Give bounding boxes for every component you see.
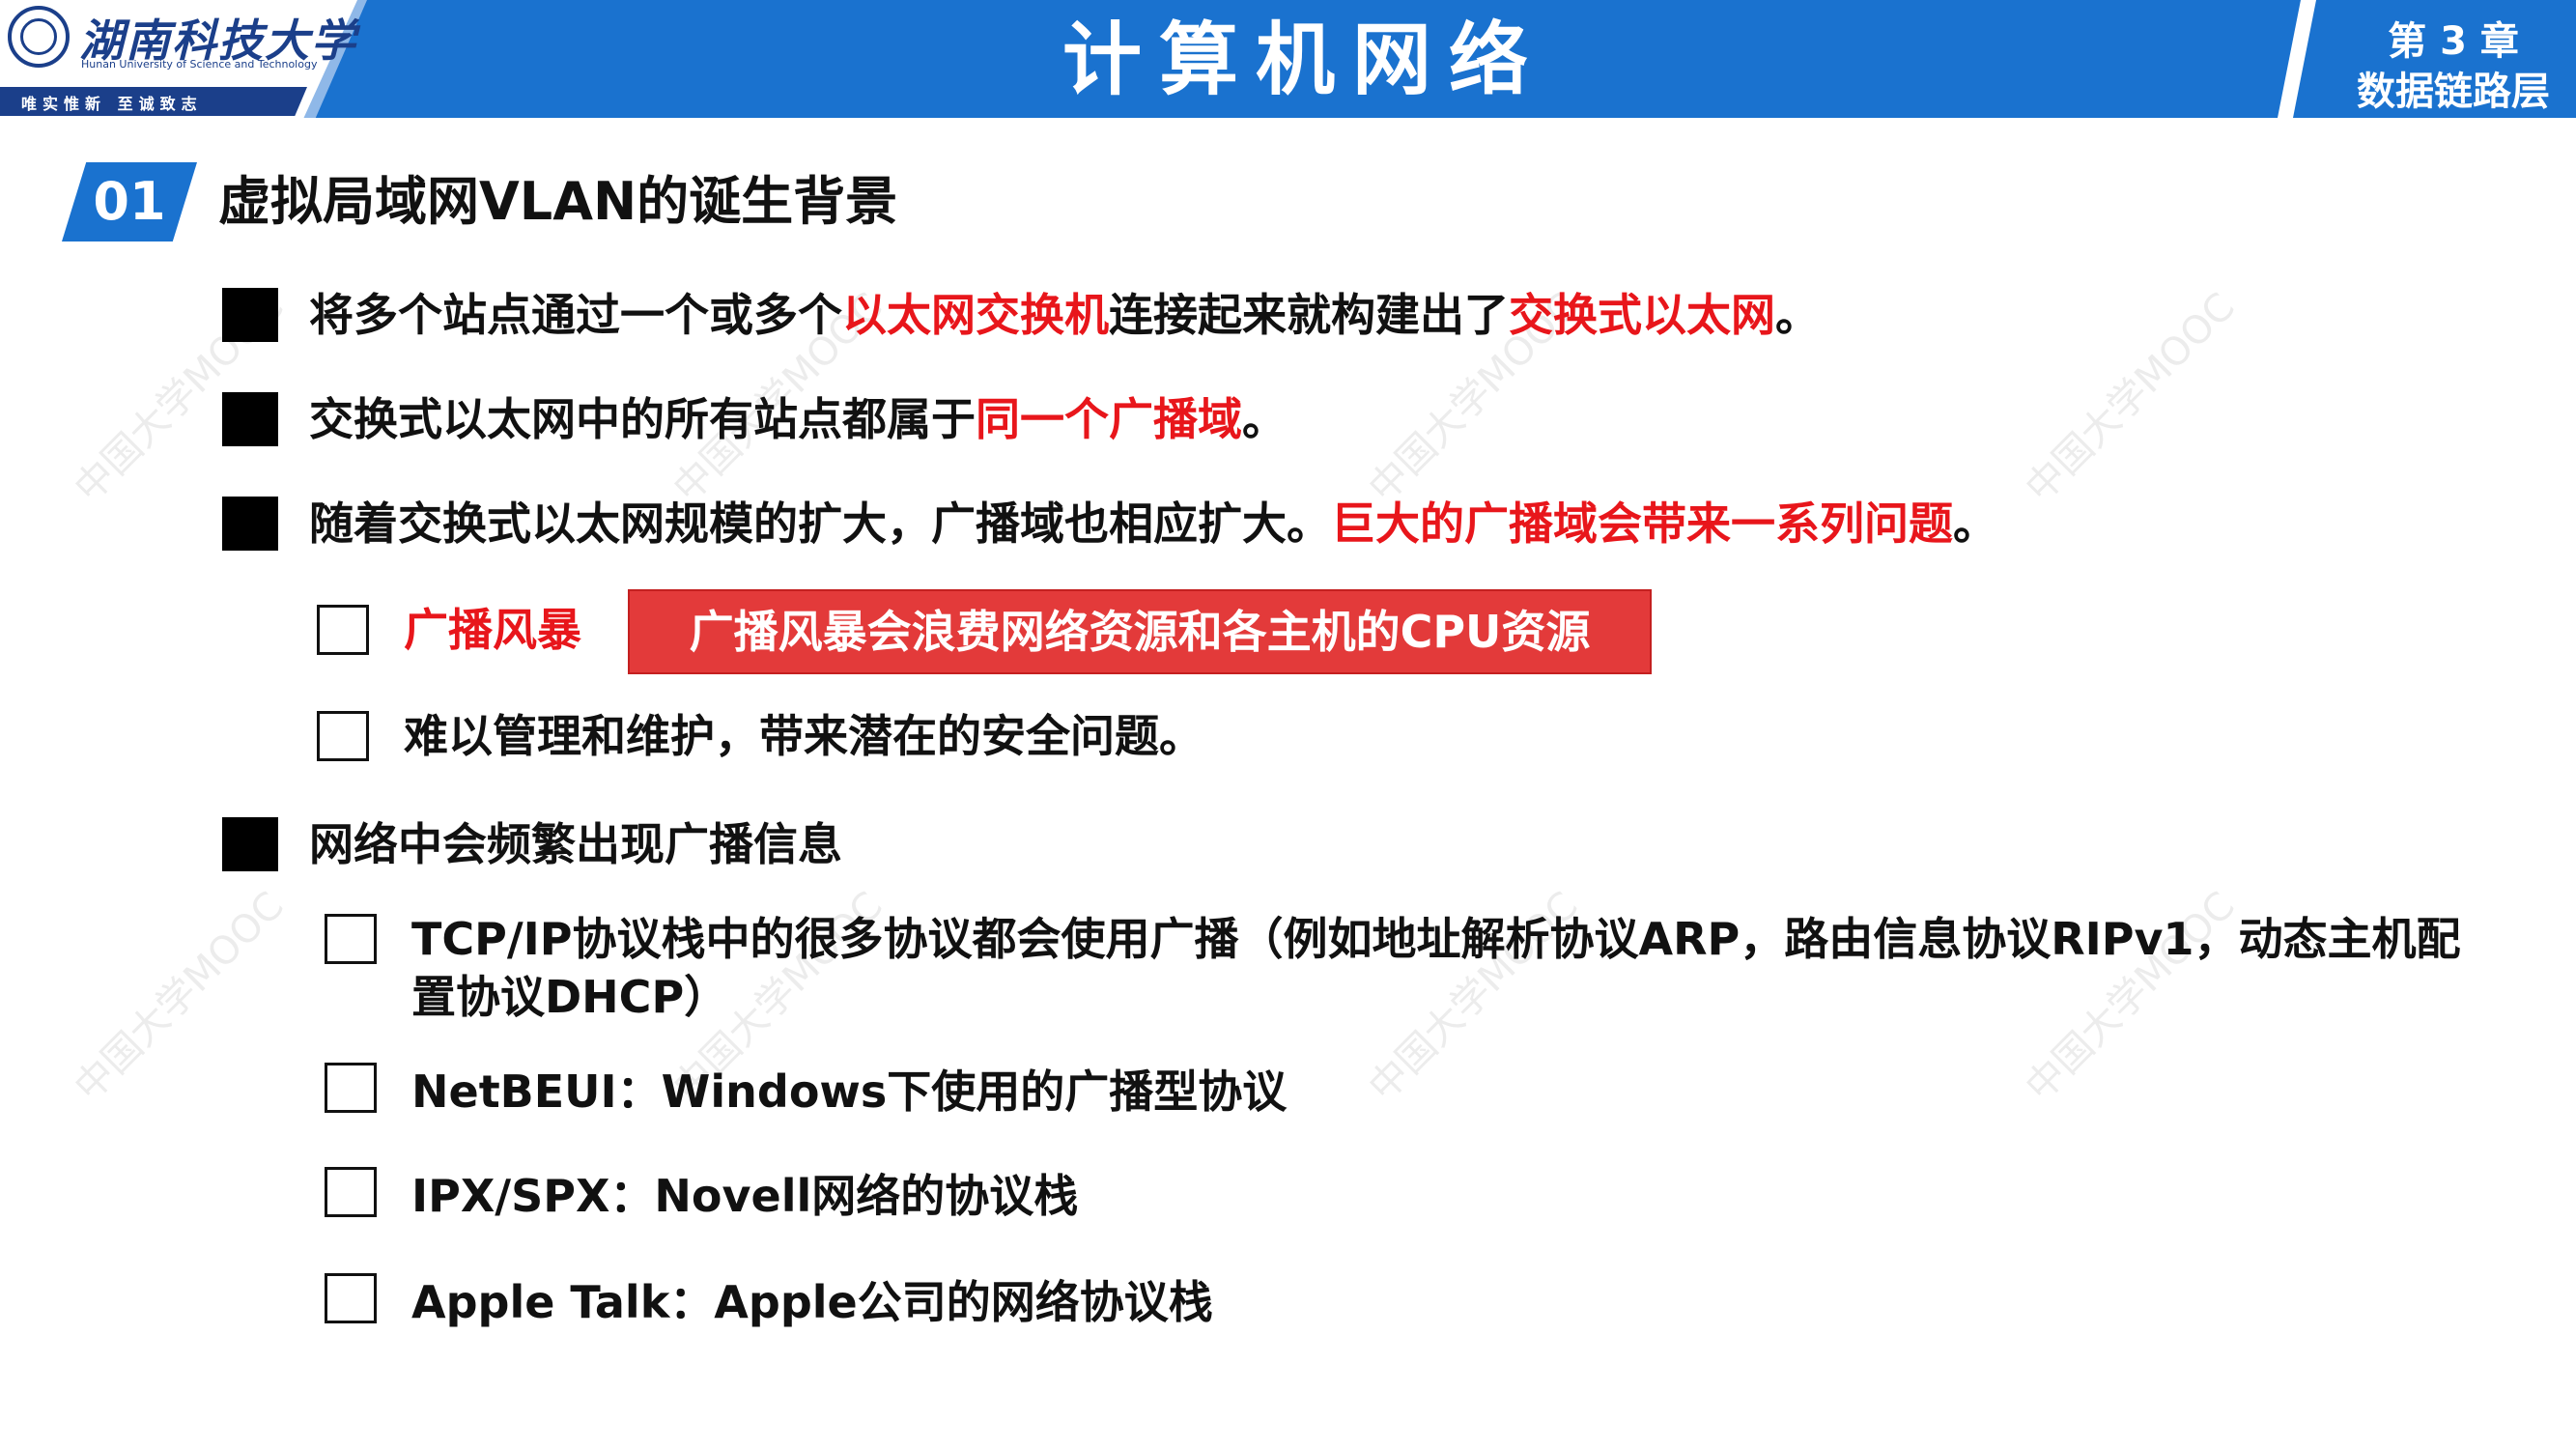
checkbox-icon	[325, 1273, 377, 1323]
bullet-text: 随着交换式以太网规模的扩大，广播域也相应扩大。巨大的广播域会带来一系列问题。	[309, 497, 1997, 550]
protocol-item: TCP/IP协议栈中的很多协议都会使用广播（例如地址解析协议ARP，路由信息协议…	[411, 913, 2461, 1023]
protocol-item: NetBEUI：Windows下使用的广播型协议	[411, 1065, 1288, 1118]
bullet-square-icon	[222, 392, 278, 446]
checkbox-icon	[325, 1167, 377, 1217]
university-name-en: Hunan University of Science and Technolo…	[81, 58, 318, 71]
watermark-text: 中国大学MOOC	[66, 883, 293, 1111]
bullet-square-icon	[222, 288, 278, 342]
section-title: 虚拟局域网VLAN的诞生背景	[218, 171, 898, 232]
checkbox-icon	[317, 605, 369, 655]
checkbox-icon	[325, 1063, 377, 1113]
broadcast-storm-callout: 广播风暴会浪费网络资源和各主机的CPU资源	[628, 589, 1652, 674]
checkbox-icon	[325, 914, 377, 964]
chapter-number: 第 3 章	[2388, 19, 2519, 64]
university-motto: 唯实惟新 至诚致志	[21, 95, 203, 113]
protocol-item: Apple Talk：Apple公司的网络协议栈	[411, 1276, 1213, 1328]
section-number-badge: 01	[62, 162, 197, 242]
watermark-text: 中国大学MOOC	[2017, 284, 2244, 512]
bullet-text: 交换式以太网中的所有站点都属于同一个广播域。	[309, 393, 1287, 445]
bullet-text: 网络中会频繁出现广播信息	[309, 818, 842, 870]
problem-label-broadcast-storm: 广播风暴	[404, 604, 581, 656]
checkbox-icon	[317, 711, 369, 761]
bullet-square-icon	[222, 497, 278, 551]
protocol-item: IPX/SPX：Novell网络的协议栈	[411, 1170, 1079, 1222]
course-title: 计算机网络	[1062, 14, 1545, 106]
bullet-square-icon	[222, 817, 278, 871]
bullet-text: 将多个站点通过一个或多个以太网交换机连接起来就构建出了交换式以太网。	[309, 289, 1820, 341]
chapter-name: 数据链路层	[2357, 70, 2550, 114]
problem-text-management: 难以管理和维护，带来潜在的安全问题。	[404, 710, 1203, 762]
university-seal-icon	[8, 6, 70, 68]
